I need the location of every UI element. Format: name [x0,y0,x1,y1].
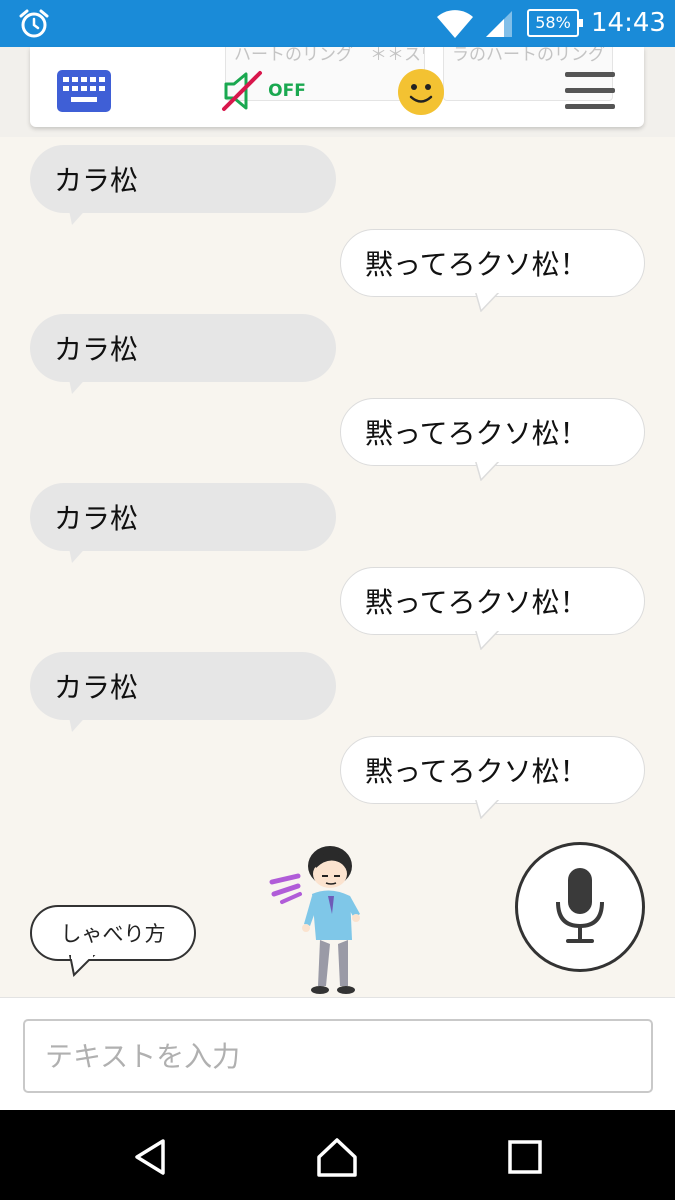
recent-apps-button[interactable] [500,1132,550,1182]
toolbar: ハートのリング ＊＊スワ… ラのハートのリング ＊＊ス… OFF [30,47,644,127]
left-message-bubble: カラ松 [30,314,336,394]
how-to-speak-button[interactable]: しゃべり方 [30,905,196,961]
menu-button[interactable] [564,67,616,115]
back-button[interactable] [126,1132,176,1182]
wifi-icon [437,10,473,38]
left-message-bubble: カラ松 [30,483,336,563]
character-illustration [269,846,360,994]
microphone-icon [556,868,604,943]
bubble-tail [475,459,501,481]
message-text: カラ松 [54,333,139,366]
message-text: カラ松 [54,502,139,535]
bubble-tail [475,797,501,819]
input-bar [0,997,675,1110]
alarm-icon [19,9,49,38]
toolbar-area: ハートのリング ＊＊スワ… ラのハートのリング ＊＊ス… OFF [0,47,675,137]
message-text: カラ松 [54,164,139,197]
sound-status-label: OFF [268,81,306,101]
battery-indicator: 58% [527,9,583,37]
right-message-bubble: 黙ってろクソ松！ [340,229,645,312]
sound-toggle-button[interactable]: OFF [218,67,308,115]
clock: 14:43 [591,8,666,38]
voice-input-button[interactable] [515,842,645,972]
left-message-bubble: カラ松 [30,652,336,732]
bubble-tail [475,290,501,312]
message-text: カラ松 [54,671,139,704]
navigation-bar [0,1110,675,1200]
mute-speaker-icon [222,71,263,111]
left-message-bubble: カラ松 [30,145,336,225]
right-message-bubble: 黙ってろクソ松！ [340,736,645,819]
home-button[interactable] [312,1132,362,1182]
message-text: 黙ってろクソ松！ [365,586,588,619]
message-text: 黙ってろクソ松！ [365,755,588,788]
right-message-bubble: 黙ってろクソ松！ [340,567,645,650]
text-input[interactable] [23,1019,653,1093]
keyboard-icon [57,70,111,112]
bubble-tail [68,543,90,563]
message-text: 黙ってろクソ松！ [365,248,588,281]
bubble-tail [68,374,90,394]
recent-apps-icon [508,1140,542,1174]
hamburger-menu-icon [565,72,615,109]
keyboard-button[interactable] [56,69,112,113]
home-icon [317,1138,357,1177]
signal-icon [486,11,512,37]
message-text: 黙ってろクソ松！ [365,417,588,450]
status-bar: 58% 14:43 [0,0,675,47]
right-message-bubble: 黙ってろクソ松！ [340,398,645,481]
bubble-tail [68,712,90,732]
emotion-button[interactable] [396,67,446,117]
smiley-face-icon [398,69,444,115]
back-triangle-icon [135,1139,165,1175]
bubble-tail [68,205,90,225]
bubble-tail [475,628,501,650]
bubble-tail [68,955,96,977]
